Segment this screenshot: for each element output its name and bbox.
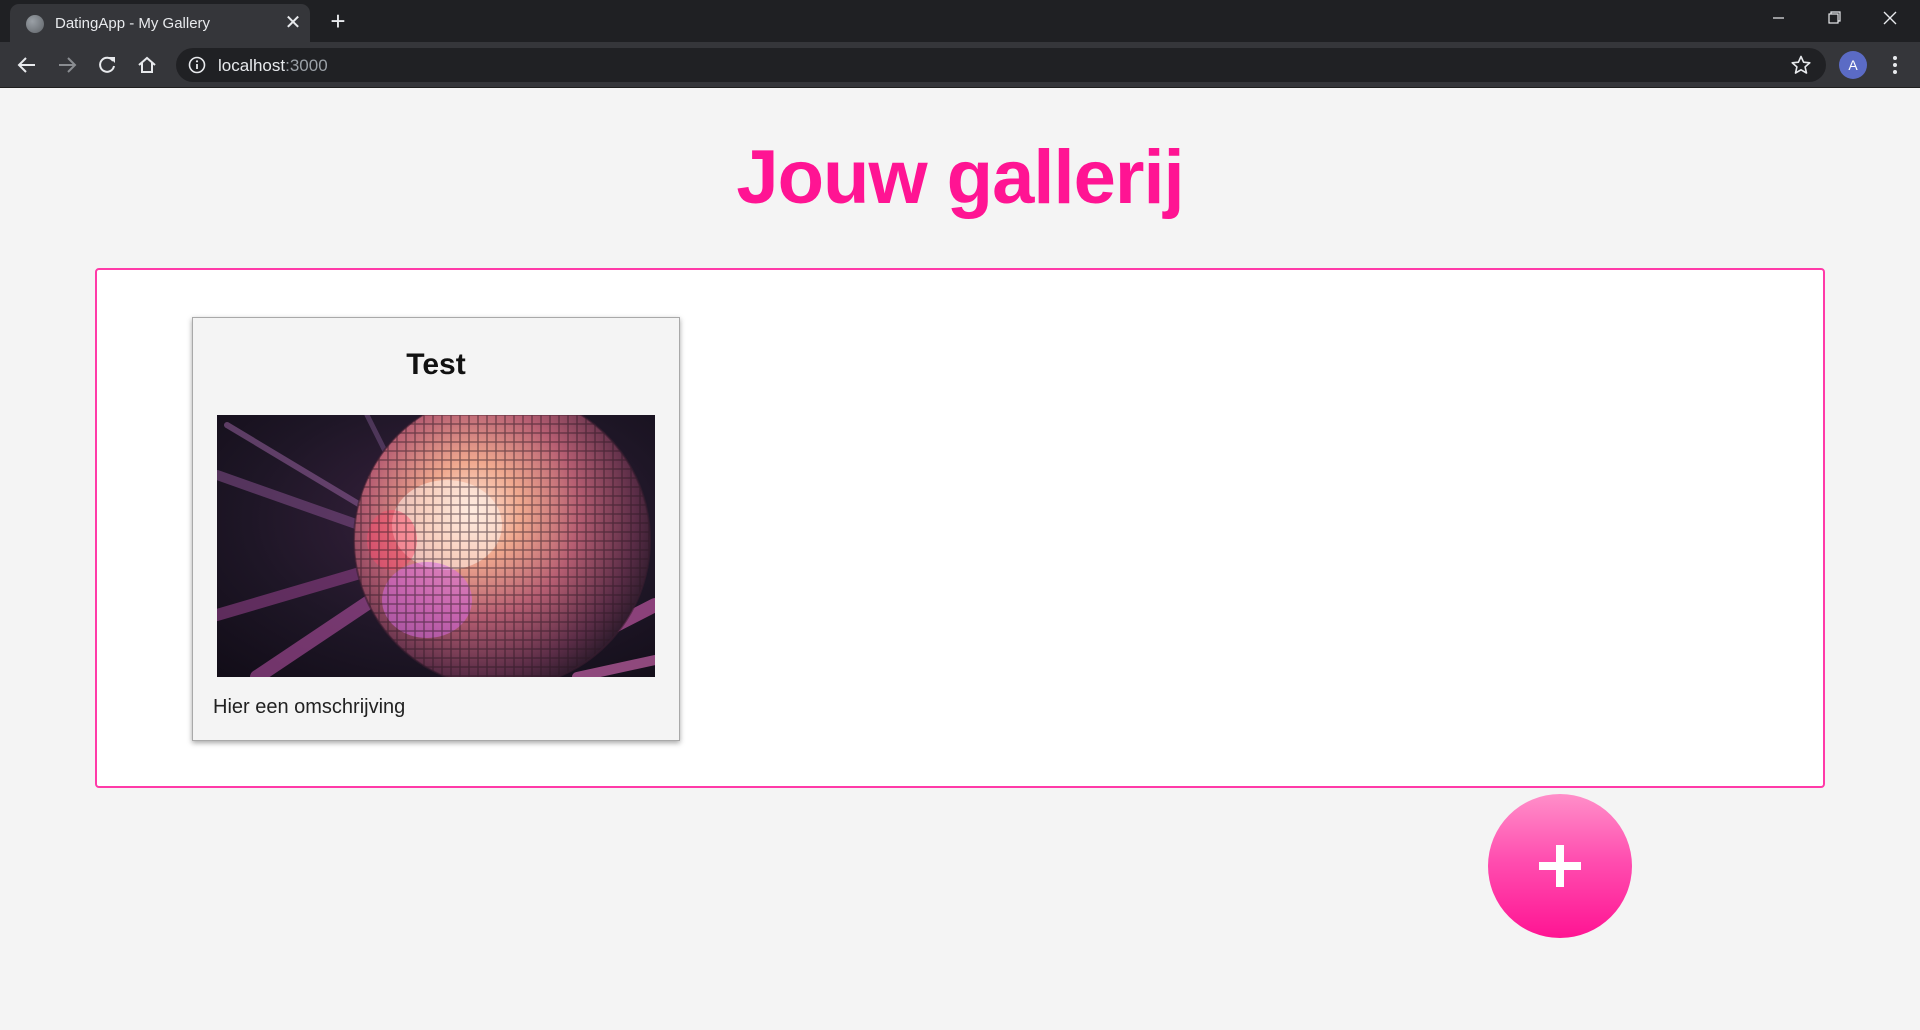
- star-icon[interactable]: [1790, 54, 1812, 76]
- browser-chrome: DatingApp - My Gallery ✕ + localhost:300…: [0, 0, 1920, 88]
- reload-icon: [99, 56, 115, 73]
- close-icon: [1883, 11, 1897, 25]
- plus-icon: [1539, 845, 1581, 887]
- browser-tab-active[interactable]: DatingApp - My Gallery ✕: [10, 4, 310, 42]
- home-icon: [138, 56, 156, 73]
- page-title: Jouw gallerij: [736, 135, 1184, 220]
- profile-avatar[interactable]: A: [1839, 51, 1867, 79]
- gallery-container: Test Hier een omschrijving: [95, 268, 1825, 788]
- disco-ball-image: [217, 415, 655, 677]
- minimize-window-button[interactable]: [1750, 0, 1806, 38]
- url-host: localhost: [218, 56, 286, 75]
- gallery-card-title: Test: [406, 348, 466, 381]
- arrow-left-icon: [17, 57, 35, 73]
- close-tab-icon[interactable]: ✕: [282, 12, 304, 34]
- tab-title: DatingApp - My Gallery: [55, 15, 211, 32]
- info-icon[interactable]: [188, 56, 206, 74]
- kebab-menu-icon: [1893, 56, 1897, 74]
- gallery-card[interactable]: Test Hier een omschrijving: [192, 317, 680, 741]
- arrow-right-icon: [59, 57, 77, 73]
- home-button[interactable]: [132, 50, 162, 80]
- new-tab-button[interactable]: +: [325, 8, 351, 34]
- reload-button[interactable]: [92, 50, 122, 80]
- address-bar[interactable]: localhost:3000: [176, 48, 1826, 82]
- restore-window-button[interactable]: [1806, 0, 1862, 38]
- globe-icon: [26, 15, 44, 33]
- tab-strip: DatingApp - My Gallery ✕ +: [0, 0, 1920, 42]
- minimize-icon: [1773, 17, 1784, 19]
- browser-toolbar: localhost:3000 A: [0, 42, 1920, 88]
- add-photo-button[interactable]: [1488, 794, 1632, 938]
- page-content: Jouw gallerij Test Hier een omschrijving: [0, 88, 1920, 1030]
- close-window-button[interactable]: [1862, 0, 1918, 38]
- url-text[interactable]: localhost:3000: [218, 56, 328, 76]
- back-button[interactable]: [12, 50, 42, 80]
- forward-button[interactable]: [52, 50, 82, 80]
- gallery-card-description: Hier een omschrijving: [213, 696, 406, 718]
- url-port: :3000: [285, 56, 328, 75]
- browser-menu-button[interactable]: [1880, 50, 1910, 80]
- restore-icon: [1828, 11, 1841, 24]
